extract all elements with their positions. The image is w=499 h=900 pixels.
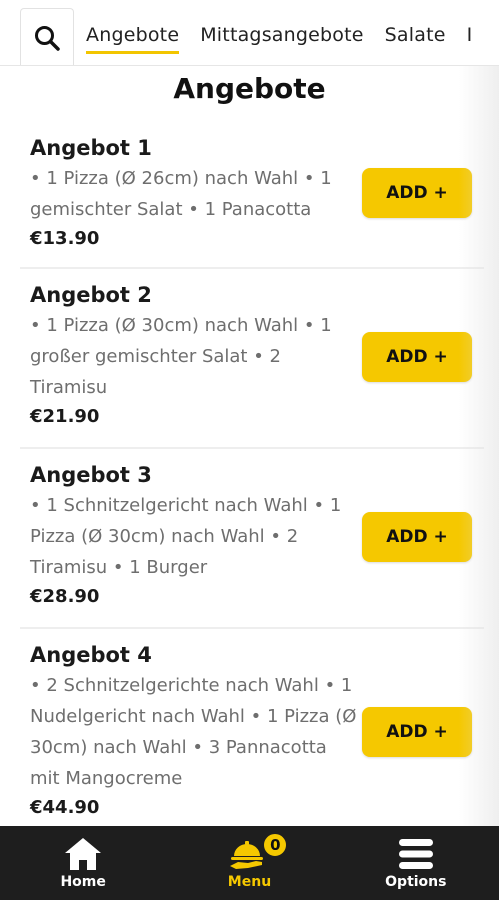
bottom-nav: Home 0 Menu Options: [0, 826, 499, 900]
section-title: Angebote: [173, 72, 326, 105]
item-title: Angebot 1: [30, 136, 152, 160]
item-price: €44.90: [30, 797, 100, 818]
nav-menu[interactable]: 0 Menu: [166, 826, 332, 900]
item-title: Angebot 4: [30, 643, 152, 667]
nav-home[interactable]: Home: [0, 826, 166, 900]
item-description: • 1 Pizza (Ø 30cm) nach Wahl • 1 großer …: [30, 315, 332, 398]
item-description: • 2 Schnitzelgerichte nach Wahl • 1 Nude…: [30, 675, 357, 789]
item-title: Angebot 3: [30, 463, 152, 487]
nav-menu-label: Menu: [227, 874, 272, 890]
category-bar: Angebote Mittagsangebote Salate I: [0, 0, 499, 66]
item-price: €13.90: [30, 228, 100, 249]
list-item: Angebot 1 • 1 Pizza (Ø 26cm) nach Wahl •…: [20, 122, 484, 269]
list-item: Angebot 3 • 1 Schnitzelgericht nach Wahl…: [20, 449, 484, 629]
tab-partial[interactable]: I: [467, 24, 473, 54]
add-button[interactable]: ADD +: [362, 168, 472, 218]
tab-salate[interactable]: Salate: [385, 24, 446, 54]
hamburger-menu-icon: [398, 839, 433, 869]
add-button[interactable]: ADD +: [362, 707, 472, 757]
add-button[interactable]: ADD +: [362, 512, 472, 562]
offer-list: Angebot 1 • 1 Pizza (Ø 26cm) nach Wahl •…: [0, 122, 499, 829]
nav-home-label: Home: [60, 874, 106, 890]
search-button[interactable]: [20, 8, 74, 65]
tab-angebote[interactable]: Angebote: [86, 24, 180, 54]
home-icon: [65, 838, 102, 870]
item-title: Angebot 2: [30, 283, 152, 307]
nav-options-label: Options: [385, 874, 447, 890]
item-price: €28.90: [30, 586, 100, 607]
item-description: • 1 Schnitzelgericht nach Wahl • 1 Pizza…: [30, 495, 342, 578]
add-button[interactable]: ADD +: [362, 332, 472, 382]
item-price: €21.90: [30, 406, 100, 427]
item-description: • 1 Pizza (Ø 26cm) nach Wahl • 1 gemisch…: [30, 168, 332, 220]
list-item: Angebot 4 • 2 Schnitzelgerichte nach Wah…: [20, 629, 484, 829]
nav-options[interactable]: Options: [333, 826, 499, 900]
cart-count-badge: 0: [262, 832, 289, 858]
category-tabs: Angebote Mittagsangebote Salate I: [86, 24, 493, 54]
list-item: Angebot 2 • 1 Pizza (Ø 30cm) nach Wahl •…: [20, 269, 484, 449]
tab-mittagsangebote[interactable]: Mittagsangebote: [200, 24, 363, 54]
search-icon: [35, 25, 60, 51]
